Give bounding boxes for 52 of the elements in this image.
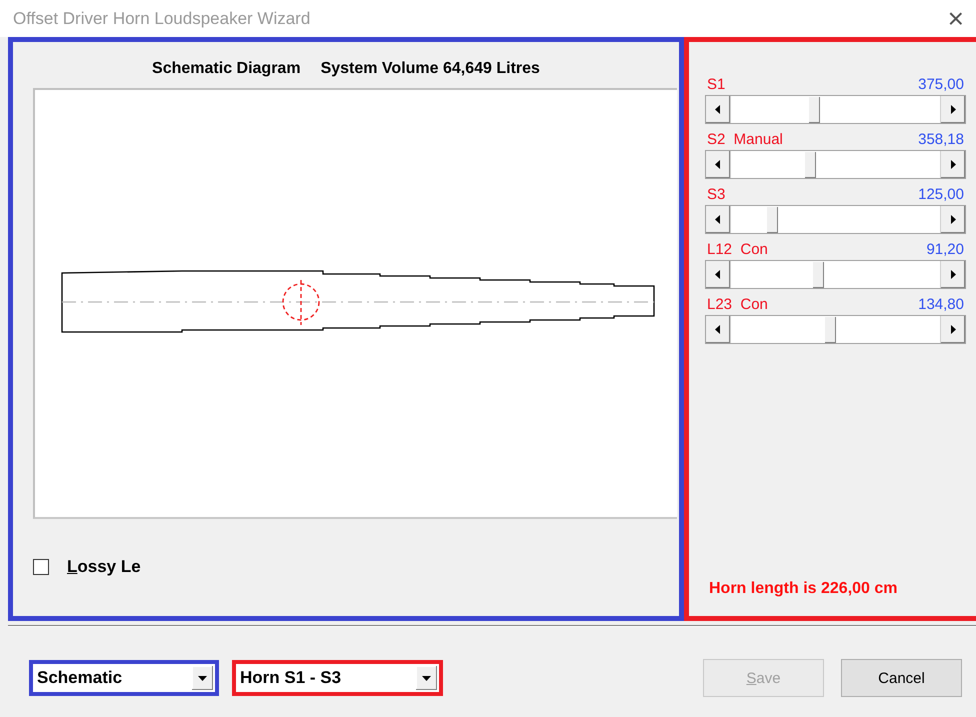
scroll-left-button[interactable] [706,261,731,288]
scroll-left-button[interactable] [706,206,731,233]
left-arrow-icon [715,325,721,334]
parameter-label: L23 Con [707,295,768,315]
slider[interactable] [705,95,966,124]
scroll-left-button[interactable] [706,96,731,123]
slider-thumb[interactable] [766,206,778,233]
diagram-title: Schematic Diagram [152,60,301,78]
slider[interactable] [705,315,966,344]
scroll-right-button[interactable] [940,96,965,123]
slider[interactable] [705,205,966,234]
slider-thumb[interactable] [804,151,816,178]
scroll-right-button[interactable] [940,151,965,178]
right-arrow-icon [950,270,956,279]
parameter-value: 375,00 [918,75,964,95]
right-arrow-icon [950,325,956,334]
window-title: Offset Driver Horn Loudspeaker Wizard [13,8,310,28]
checkbox[interactable] [33,559,49,575]
parameter-value: 125,00 [918,185,964,205]
slider[interactable] [705,150,966,179]
parameter-value: 91,20 [926,240,964,260]
scroll-left-button[interactable] [706,151,731,178]
parameter-value: 358,18 [918,130,964,150]
checkbox-label: Lossy Le [67,557,141,577]
right-arrow-icon [950,160,956,169]
slider-thumb[interactable] [808,96,820,123]
dropdown[interactable]: Horn S1 - S3 [236,664,439,692]
parameter-label: S1 [707,75,726,95]
system-volume: System Volume 64,649 Litres [320,60,540,78]
scroll-right-button[interactable] [940,261,965,288]
parameter-label: L12 Con [707,240,768,260]
scroll-left-button[interactable] [706,316,731,343]
parameter-label: S3 [707,185,726,205]
scroll-right-button[interactable] [940,316,965,343]
dropdown[interactable]: Schematic [33,664,215,692]
caret-icon [198,676,207,680]
slider-thumb[interactable] [812,261,824,288]
left-arrow-icon [715,160,721,169]
close-button[interactable]: × [948,4,964,32]
left-arrow-icon [715,105,721,114]
slider-thumb[interactable] [824,316,836,343]
right-arrow-icon [950,105,956,114]
caret-icon [422,676,431,680]
parameter-value: 134,80 [918,295,964,315]
parameter-label: S2 Manual [707,130,783,150]
horn-length-text: Horn length is 226,00 cm [709,580,899,598]
scroll-right-button[interactable] [940,206,965,233]
right-arrow-icon [950,215,956,224]
left-arrow-icon [715,215,721,224]
dialog-button[interactable]: Cancel [841,659,962,697]
left-arrow-icon [715,270,721,279]
slider[interactable] [705,260,966,289]
